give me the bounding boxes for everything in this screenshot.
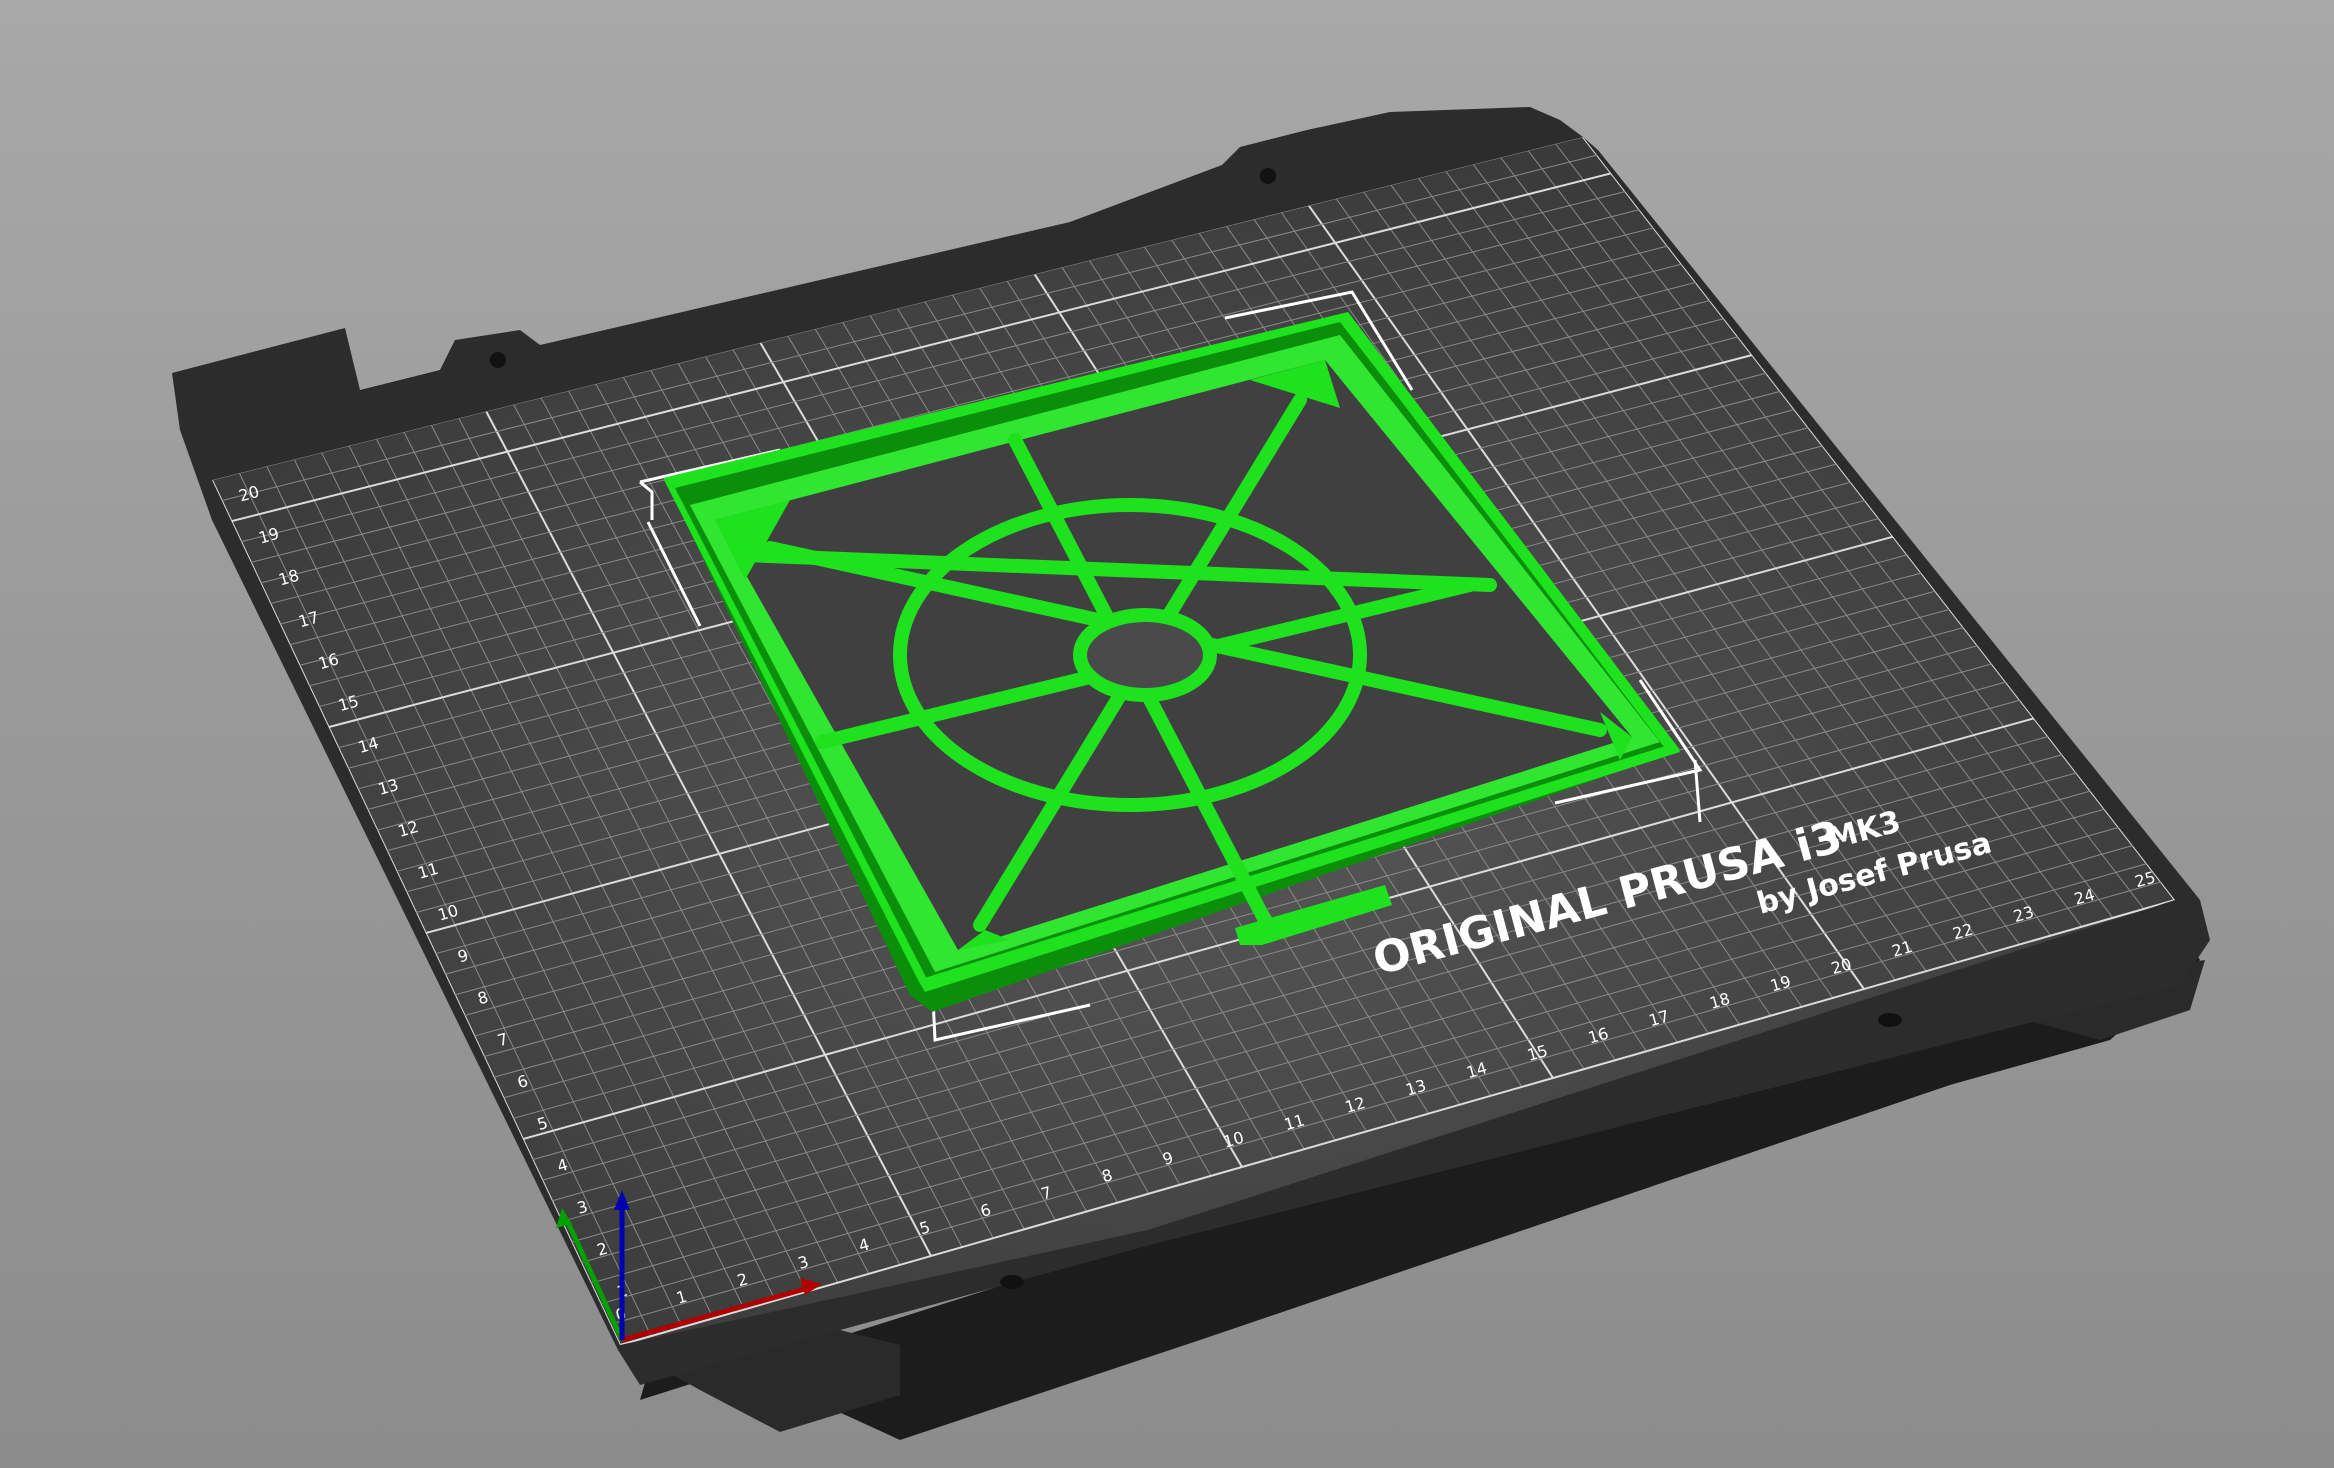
mount-hole [1260,168,1276,184]
mount-hole [490,352,506,368]
mount-hole [1000,1275,1024,1289]
mount-hole [1878,1013,1902,1027]
3d-viewport[interactable]: 0123456789101112131415161718192021222324… [0,0,2334,1468]
